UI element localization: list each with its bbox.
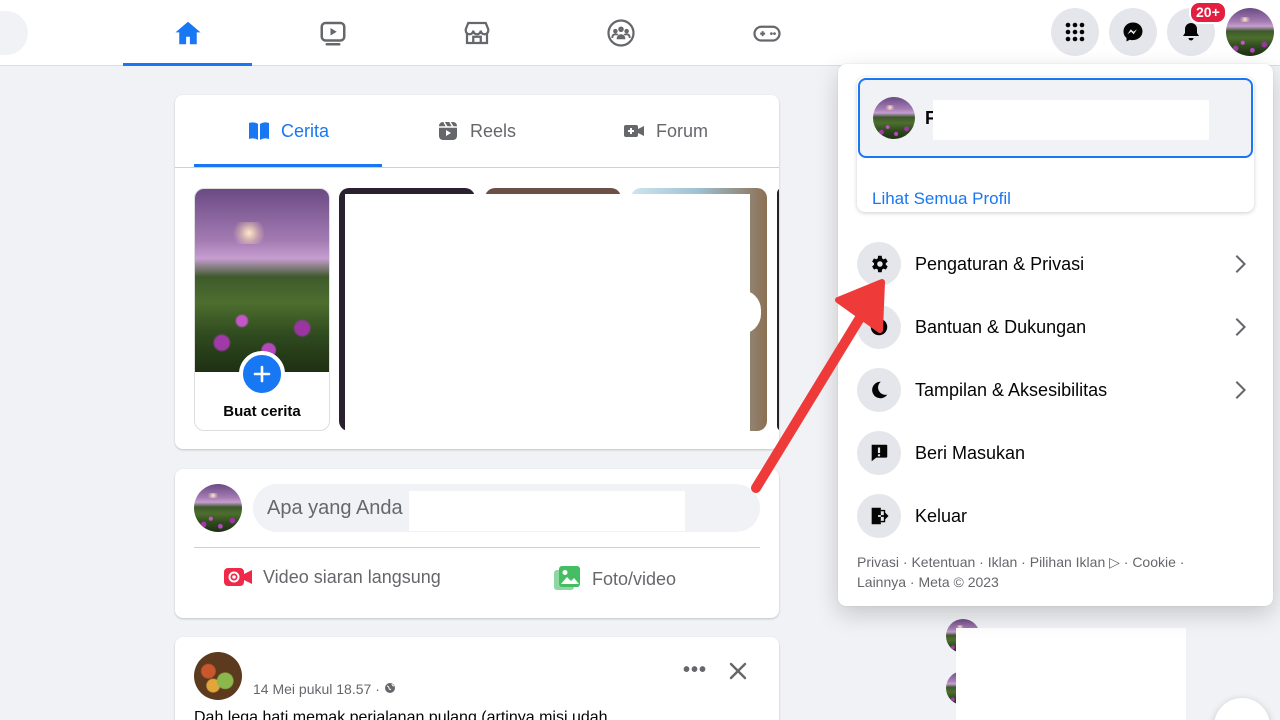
profile-switcher-box: F Lihat Semua Profil <box>857 77 1254 212</box>
post-body-text: Dah lega hati memak perjalanan pulang (a… <box>194 709 608 720</box>
footer-line: Lainnya · Meta © 2023 <box>857 574 999 590</box>
menu-item-label: Beri Masukan <box>915 442 1026 463</box>
nav-tab-home[interactable] <box>123 0 252 66</box>
chevron-right-icon <box>1235 318 1247 336</box>
marketplace-store-icon <box>464 21 489 45</box>
feed-post-card: 14 Mei pukul 18.57 · Dah lega hati memak… <box>175 637 779 720</box>
menu-grid-button[interactable] <box>1051 8 1099 56</box>
menu-item-label: Bantuan & Dukungan <box>915 316 1087 337</box>
stories-card: Cerita Reels Forum Buat cerita <box>175 95 779 449</box>
tab-reels-label: Reels <box>469 120 517 141</box>
notification-count-badge: 20+ <box>1189 1 1227 24</box>
post-composer-card: Apa yang Anda Video siaran langsung Foto… <box>175 469 779 618</box>
plus-icon <box>253 365 271 383</box>
notifications-button[interactable]: 20+ <box>1167 1 1227 56</box>
search-button[interactable] <box>0 11 28 55</box>
add-story-button[interactable] <box>239 351 285 397</box>
composer-placeholder: Apa yang Anda <box>267 497 403 519</box>
game-controller-icon <box>752 25 781 42</box>
reels-icon <box>438 121 457 140</box>
feedback-icon <box>857 431 901 475</box>
more-options-icon[interactable]: ••• <box>683 659 707 682</box>
globe-icon <box>384 683 395 693</box>
menu-item-give-feedback[interactable]: Beri Masukan <box>857 425 1257 481</box>
composer-divider <box>194 547 760 548</box>
story-profile-image <box>195 189 329 372</box>
nav-tab-gaming[interactable] <box>702 0 831 66</box>
menu-item-label: Tampilan & Aksesibilitas <box>915 379 1108 400</box>
messenger-button[interactable] <box>1109 8 1157 56</box>
live-video-button[interactable]: Video siaran langsung <box>223 565 441 589</box>
redacted-area <box>345 194 750 431</box>
new-message-button[interactable] <box>1214 698 1270 720</box>
close-icon[interactable] <box>726 659 750 683</box>
video-play-icon <box>320 21 345 46</box>
tab-forum-label: Forum <box>655 120 708 141</box>
logout-icon <box>857 494 901 538</box>
help-icon <box>857 305 901 349</box>
nav-tab-marketplace[interactable] <box>412 0 541 66</box>
photo-icon <box>554 566 580 590</box>
current-profile-row[interactable]: F <box>858 78 1253 158</box>
account-dropdown-menu: F Lihat Semua Profil Pengaturan & Privas… <box>838 64 1273 606</box>
gear-icon <box>857 242 901 286</box>
tab-stories-label: Cerita <box>280 120 329 141</box>
menu-item-label: Keluar <box>915 505 968 526</box>
tab-reels[interactable]: Reels <box>382 95 570 167</box>
messenger-icon <box>1123 22 1143 42</box>
home-icon <box>175 21 200 45</box>
menu-footer-links[interactable]: Privasi · Ketentuan · Iklan · Pilihan Ik… <box>857 552 1257 592</box>
tab-stories[interactable]: Cerita <box>194 95 382 167</box>
book-open-icon <box>248 122 269 140</box>
post-timestamp[interactable]: 14 Mei pukul 18.57 · <box>253 681 396 697</box>
grid-dots-icon <box>1065 22 1085 42</box>
post-timestamp-text: 14 Mei pukul 18.57 · <box>253 681 384 697</box>
menu-item-display-accessibility[interactable]: Tampilan & Aksesibilitas <box>857 362 1257 418</box>
footer-line: Privasi · Ketentuan · Iklan · Pilihan Ik… <box>857 554 1185 570</box>
story-card[interactable] <box>777 188 779 431</box>
redacted-area <box>956 628 1186 720</box>
groups-icon <box>606 19 635 47</box>
redacted-area <box>409 491 685 531</box>
redacted-area <box>933 100 1209 140</box>
menu-item-settings-privacy[interactable]: Pengaturan & Privasi <box>857 236 1257 292</box>
live-video-icon <box>224 568 252 586</box>
post-author-avatar[interactable] <box>194 652 242 700</box>
tabs-divider <box>175 167 779 168</box>
moon-icon <box>857 368 901 412</box>
nav-tab-groups[interactable] <box>556 0 685 66</box>
video-camera-plus-icon <box>623 125 644 137</box>
avatar <box>873 97 915 139</box>
live-video-label: Video siaran langsung <box>263 566 441 587</box>
photo-video-button[interactable]: Foto/video <box>552 565 676 593</box>
create-story-card[interactable]: Buat cerita <box>194 188 330 431</box>
menu-item-label: Pengaturan & Privasi <box>915 253 1085 274</box>
tab-forum[interactable]: Forum <box>570 95 760 167</box>
menu-item-help-support[interactable]: Bantuan & Dukungan <box>857 299 1257 355</box>
account-avatar-button[interactable] <box>1226 8 1274 56</box>
chevron-right-icon <box>1235 255 1247 273</box>
see-all-profiles-link[interactable]: Lihat Semua Profil <box>872 189 1011 209</box>
create-story-label: Buat cerita <box>223 403 301 420</box>
chevron-right-icon <box>1235 381 1247 399</box>
menu-item-logout[interactable]: Keluar <box>857 488 1257 544</box>
nav-tab-video[interactable] <box>268 0 397 66</box>
avatar <box>194 484 242 532</box>
photo-video-label: Foto/video <box>592 568 677 589</box>
top-navigation-bar: 20+ <box>0 0 1280 66</box>
